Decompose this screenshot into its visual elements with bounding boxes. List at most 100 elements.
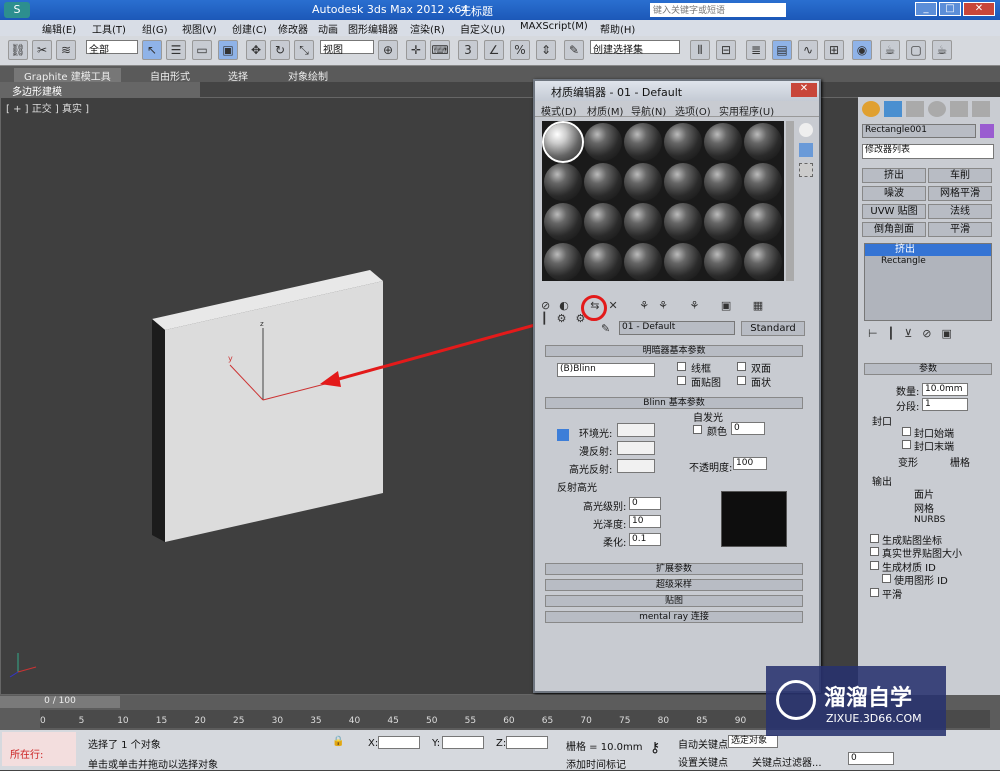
rotate-icon[interactable]: ↻ [270,40,290,60]
material-name-field[interactable]: 01 - Default [619,321,735,335]
stack-item-extrude[interactable]: 挤出 [865,244,991,256]
faceted-checkbox[interactable] [737,376,746,385]
gen-map-checkbox[interactable] [870,534,879,543]
material-slot[interactable] [544,243,582,281]
menu-animation[interactable]: 动画 [318,21,338,36]
maxscript-listener[interactable]: 所在行: [2,732,76,766]
material-slot[interactable] [744,243,782,281]
material-slot[interactable] [624,163,662,201]
params-rollout-header[interactable]: 参数 [864,363,992,375]
sample-type-icon[interactable] [799,123,813,137]
material-slot[interactable] [704,123,742,161]
morph-radio-label[interactable]: 变形 [898,454,918,469]
material-slot[interactable] [584,243,622,281]
schematic-view-icon[interactable]: ⊞ [824,40,844,60]
utilities-tab-icon[interactable] [972,101,990,117]
material-slot[interactable] [664,203,702,241]
ambient-swatch[interactable] [617,423,655,437]
key-filters-button[interactable]: 关键点过滤器... [752,754,822,769]
search-input[interactable]: 键入关键字或短语 [650,3,786,17]
soften-field[interactable]: 0.1 [629,533,661,546]
material-slot[interactable] [544,163,582,201]
tab-object-paint[interactable]: 对象绘制 [288,68,328,83]
material-slot[interactable] [704,203,742,241]
mental-ray-rollout[interactable]: mental ray 连接 [545,611,803,623]
keyboard-shortcut-icon[interactable]: ⌨ [430,40,450,60]
mirror-icon[interactable]: ⫴ [690,40,710,60]
angle-snap-icon[interactable]: ∠ [484,40,504,60]
material-slot[interactable] [624,203,662,241]
select-by-name-icon[interactable]: ☰ [166,40,186,60]
display-tab-icon[interactable] [950,101,968,117]
grid-radio-label[interactable]: 栅格 [950,454,970,469]
mod-extrude-button[interactable]: 挤出 [862,168,926,183]
slot-scrollbar[interactable] [786,121,794,281]
material-slot-grid[interactable] [542,121,784,281]
material-slot[interactable] [744,163,782,201]
percent-snap-icon[interactable]: % [510,40,530,60]
tab-freeform[interactable]: 自由形式 [150,68,190,83]
named-selection-select[interactable]: 创建选择集 [590,40,680,56]
key-mode-select[interactable]: 选定对象 [728,735,778,748]
shader-select[interactable]: (B)Blinn [557,363,655,377]
material-slot[interactable] [584,203,622,241]
material-slot[interactable] [542,121,584,163]
output-nurbs-label[interactable]: NURBS [914,515,945,525]
render-frame-icon[interactable]: ▢ [906,40,926,60]
spec-level-field[interactable]: 0 [629,497,661,510]
output-patch-label[interactable]: 面片 [914,486,934,501]
material-slot[interactable] [584,163,622,201]
cap-start-checkbox[interactable] [902,427,911,436]
amount-field[interactable]: 10.0mm [922,383,968,396]
gloss-field[interactable]: 10 [629,515,661,528]
move-icon[interactable]: ✥ [246,40,266,60]
render-setup-icon[interactable]: ☕ [880,40,900,60]
unlink-icon[interactable]: ✂ [32,40,52,60]
modify-tab-icon[interactable] [884,101,902,117]
menu-create[interactable]: 创建(C) [232,21,267,36]
modifier-stack[interactable]: 挤出 Rectangle [864,243,992,321]
smooth-checkbox[interactable] [870,588,879,597]
output-mesh-label[interactable]: 网格 [914,500,934,515]
material-slot[interactable] [624,123,662,161]
menu-help[interactable]: 帮助(H) [600,21,635,36]
layer-manager-icon[interactable]: ≣ [746,40,766,60]
material-slot[interactable] [744,203,782,241]
modifier-list-select[interactable]: 修改器列表 [862,144,994,159]
align-icon[interactable]: ⊟ [716,40,736,60]
close-button[interactable]: ✕ [963,2,995,16]
menu-tools[interactable]: 工具(T) [92,21,126,36]
rect-select-icon[interactable]: ▭ [192,40,212,60]
set-key-button[interactable]: 设置关键点 [678,754,728,769]
menu-maxscript[interactable]: MAXScript(M) [520,21,588,32]
add-time-tag[interactable]: 添加时间标记 [566,756,626,771]
object-color-swatch[interactable] [980,124,994,138]
menu-views[interactable]: 视图(V) [182,21,217,36]
shader-rollout-header[interactable]: 明暗器基本参数 [545,345,803,357]
material-slot[interactable] [704,163,742,201]
med-menu-material[interactable]: 材质(M) [587,103,623,118]
snap-3d-icon[interactable]: 3 [458,40,478,60]
selection-filter-select[interactable]: 全部 [86,40,138,56]
med-menu-utilities[interactable]: 实用程序(U) [719,103,774,118]
maximize-button[interactable]: □ [939,2,961,16]
two-sided-checkbox[interactable] [737,362,746,371]
menu-rendering[interactable]: 渲染(R) [410,21,445,36]
x-field[interactable] [378,736,420,749]
med-menu-options[interactable]: 选项(O) [675,103,711,118]
extended-params-rollout[interactable]: 扩展参数 [545,563,803,575]
specular-swatch[interactable] [617,459,655,473]
create-tab-icon[interactable] [862,101,880,117]
gen-mat-checkbox[interactable] [870,561,879,570]
use-shape-checkbox[interactable] [882,574,891,583]
stack-item-rectangle[interactable]: Rectangle [865,256,991,266]
face-map-checkbox[interactable] [677,376,686,385]
material-type-button[interactable]: Standard [741,321,805,336]
diffuse-swatch[interactable] [617,441,655,455]
med-close-button[interactable]: ✕ [791,83,817,97]
current-frame-field[interactable]: 0 [848,752,894,765]
maps-rollout[interactable]: 贴图 [545,595,803,607]
menu-edit[interactable]: 编辑(E) [42,21,76,36]
bind-spacewarp-icon[interactable]: ≋ [56,40,76,60]
mod-lathe-button[interactable]: 车削 [928,168,992,183]
